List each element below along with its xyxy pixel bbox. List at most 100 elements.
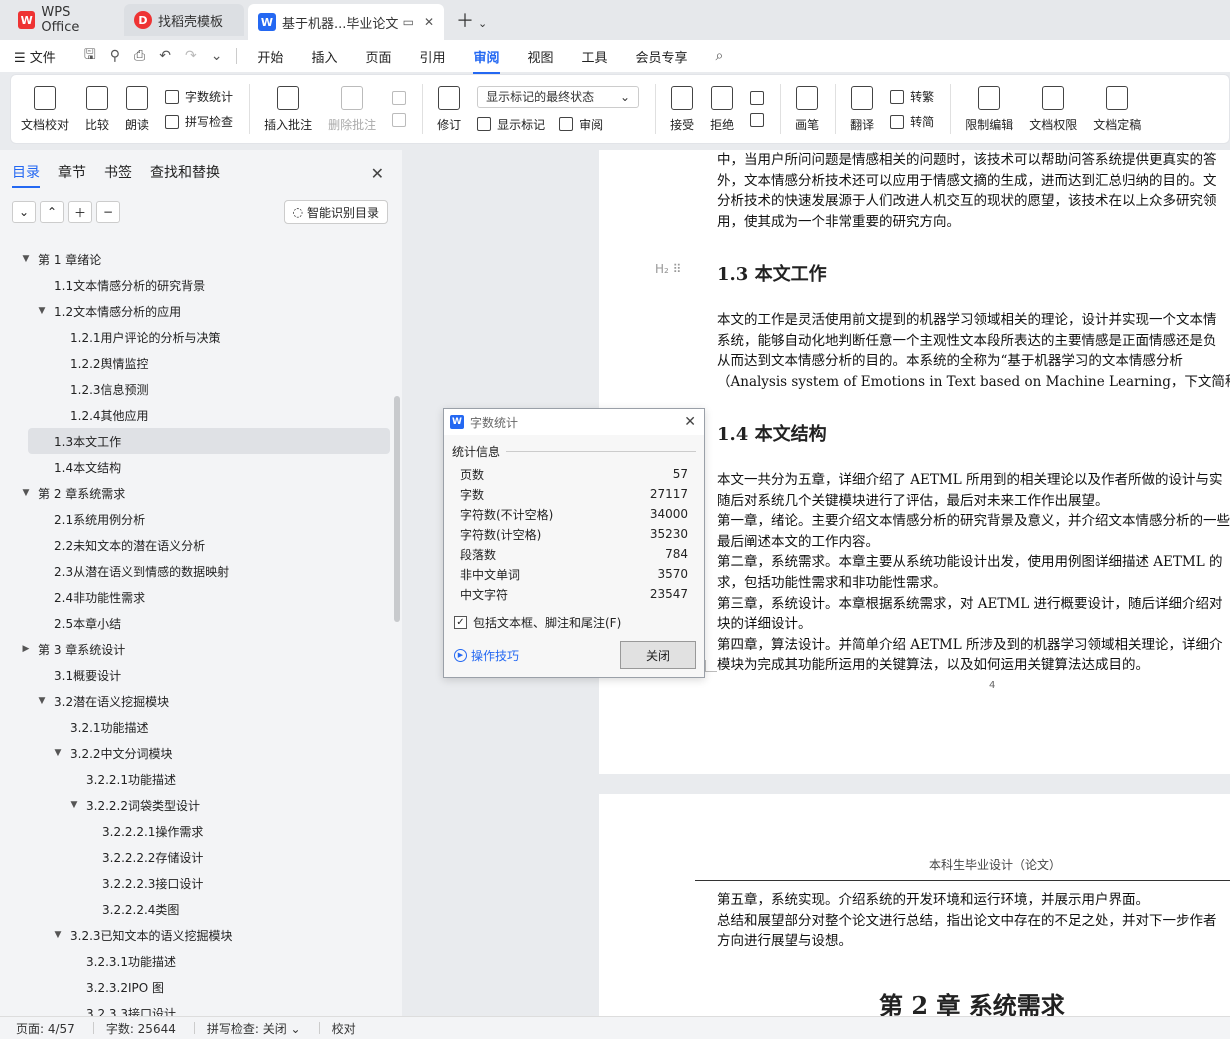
chevron-down-icon[interactable]: ⌄ — [478, 17, 487, 30]
to-simplified-button[interactable]: 转简 — [890, 113, 934, 130]
tab-toc[interactable]: 目录 — [12, 162, 40, 188]
toc-item[interactable]: 3.2.2.2.2存储设计 — [0, 844, 392, 870]
expand-arrow-icon[interactable]: ▼ — [18, 254, 34, 264]
prev-change-button[interactable] — [750, 91, 765, 105]
show-markup-button[interactable]: 显示标记 — [477, 116, 545, 133]
expand-arrow-icon[interactable]: ▼ — [34, 696, 50, 706]
toc-item[interactable]: 2.3从潜在语义到情感的数据映射 — [0, 558, 392, 584]
toc-item[interactable]: 2.2未知文本的潜在语义分析 — [0, 532, 392, 558]
toc-item[interactable]: ▼ 3.2潜在语义挖掘模块 — [0, 688, 392, 714]
menu-home[interactable]: 开始 — [257, 47, 283, 66]
toc-scrollbar[interactable] — [394, 396, 400, 622]
accept-button[interactable]: 接受 — [670, 85, 694, 133]
expand-arrow-icon[interactable]: ▼ — [50, 930, 66, 940]
collapsed-arrow-icon[interactable]: ▶ — [18, 644, 34, 654]
toc-item[interactable]: 1.2.4其他应用 — [0, 402, 392, 428]
print-preview-icon[interactable]: ⎙ — [134, 48, 145, 64]
track-changes-button[interactable]: 修订 — [437, 85, 461, 133]
file-menu[interactable]: ☰ 文件 — [14, 47, 56, 66]
doc-check-button[interactable]: 文档校对 — [21, 85, 69, 133]
toc-item[interactable]: ▼ 第 2 章系统需求 — [0, 480, 392, 506]
read-aloud-button[interactable]: 朗读 — [125, 85, 149, 133]
toc-item[interactable]: 3.2.3.3接口设计 — [0, 1000, 392, 1017]
restrict-edit-button[interactable]: 限制编辑 — [965, 85, 1013, 133]
compare-button[interactable]: 比较 — [85, 85, 109, 133]
close-icon[interactable]: ✕ — [371, 164, 384, 183]
toc-item[interactable]: 3.1概要设计 — [0, 662, 392, 688]
reject-button[interactable]: 拒绝 — [710, 85, 734, 133]
status-proof[interactable]: 校对 — [332, 1020, 356, 1037]
menu-member[interactable]: 会员专享 — [636, 47, 688, 66]
toc-item[interactable]: 2.4非功能性需求 — [0, 584, 392, 610]
tab-daoke[interactable]: D 找稻壳模板 — [124, 4, 244, 36]
toc-item[interactable]: 3.2.3.2IPO 图 — [0, 974, 392, 1000]
new-tab-button[interactable]: ＋ ⌄ — [456, 7, 487, 33]
expand-arrow-icon[interactable]: ▼ — [34, 306, 50, 316]
collapse-up-icon[interactable]: ⌃ — [40, 201, 64, 223]
menu-references[interactable]: 引用 — [419, 47, 445, 66]
to-traditional-button[interactable]: 转繁 — [890, 88, 934, 105]
toc-item[interactable]: ▼ 3.2.2中文分词模块 — [0, 740, 392, 766]
expand-arrow-icon[interactable]: ▼ — [66, 800, 82, 810]
toc-item[interactable]: 1.4本文结构 — [0, 454, 392, 480]
status-word-count[interactable]: 字数: 25644 — [106, 1020, 176, 1037]
expand-arrow-icon[interactable]: ▼ — [18, 488, 34, 498]
toc-item[interactable]: 1.1文本情感分析的研究背景 — [0, 272, 392, 298]
tab-bookmarks[interactable]: 书签 — [104, 162, 132, 182]
toc-item[interactable]: 2.5本章小结 — [0, 610, 392, 636]
share-icon[interactable]: ⚲ — [110, 48, 120, 64]
add-heading-icon[interactable]: ＋ — [68, 201, 92, 223]
toc-item[interactable]: ▼ 3.2.3已知文本的语义挖掘模块 — [0, 922, 392, 948]
expand-down-icon[interactable]: ⌄ — [12, 201, 36, 223]
spell-check-button[interactable]: 拼写检查 — [165, 113, 233, 130]
delete-comment-button[interactable]: 删除批注 — [328, 85, 376, 133]
toc-item[interactable]: 3.2.1功能描述 — [0, 714, 392, 740]
toc-item[interactable]: 1.2.1用户评论的分析与决策 — [0, 324, 392, 350]
toc-item[interactable]: 3.2.2.2.1操作需求 — [0, 818, 392, 844]
menu-review[interactable]: 审阅 — [473, 47, 500, 74]
review-pane-button[interactable]: 审阅 — [559, 116, 603, 133]
finalize-button[interactable]: 文档定稿 — [1093, 85, 1141, 133]
status-page[interactable]: 页面: 4/57 — [16, 1020, 75, 1037]
toc-item[interactable]: 1.2.3信息预测 — [0, 376, 392, 402]
tab-find-replace[interactable]: 查找和替换 — [150, 162, 220, 182]
more-chevron-icon[interactable]: ⌄ — [211, 48, 223, 64]
toc-item[interactable]: 3.2.2.2.4类图 — [0, 896, 392, 922]
toc-item[interactable]: 3.2.2.2.3接口设计 — [0, 870, 392, 896]
search-icon[interactable]: ⌕ — [716, 48, 724, 64]
pen-button[interactable]: 画笔 — [795, 85, 819, 133]
next-change-button[interactable] — [750, 113, 765, 127]
tab-wps-office[interactable]: W WPS Office — [8, 4, 120, 36]
doc-permission-button[interactable]: 文档权限 — [1029, 85, 1077, 133]
dialog-close-icon[interactable]: ✕ — [684, 414, 696, 430]
menu-insert[interactable]: 插入 — [311, 47, 337, 66]
redo-icon[interactable]: ↷ — [185, 48, 197, 64]
tab-sections[interactable]: 章节 — [58, 162, 86, 182]
menu-view[interactable]: 视图 — [528, 47, 554, 66]
toc-item[interactable]: 1.3本文工作 — [28, 428, 390, 454]
toc-item[interactable]: 2.1系统用例分析 — [0, 506, 392, 532]
toc-item[interactable]: ▼ 3.2.2.2词袋类型设计 — [0, 792, 392, 818]
smart-toc-button[interactable]: ◌ 智能识别目录 — [283, 200, 388, 224]
toc-item[interactable]: 3.2.2.1功能描述 — [0, 766, 392, 792]
translate-button[interactable]: 翻译 — [850, 85, 874, 133]
tips-link[interactable]: ▶ 操作技巧 — [454, 647, 519, 664]
window-icon[interactable]: ▭ — [403, 15, 414, 29]
prev-comment-button[interactable] — [392, 91, 407, 105]
toc-item[interactable]: ▼ 1.2文本情感分析的应用 — [0, 298, 392, 324]
tab-document[interactable]: W 基于机器...毕业论文 ▭ ✕ — [248, 4, 444, 40]
close-tab-icon[interactable]: ✕ — [424, 15, 434, 29]
toc-item[interactable]: ▶ 第 3 章系统设计 — [0, 636, 392, 662]
next-comment-button[interactable] — [392, 113, 407, 127]
close-button[interactable]: 关闭 — [620, 641, 696, 669]
expand-arrow-icon[interactable]: ▼ — [50, 748, 66, 758]
word-count-button[interactable]: 字数统计 — [165, 88, 233, 105]
include-textbox-checkbox[interactable]: ✓ 包括文本框、脚注和尾注(F) — [454, 614, 704, 631]
toc-item[interactable]: ▼ 第 1 章绪论 — [0, 246, 392, 272]
menu-tools[interactable]: 工具 — [582, 47, 608, 66]
remove-heading-icon[interactable]: − — [96, 201, 120, 223]
save-icon[interactable]: 🖫 — [84, 44, 96, 68]
markup-state-select[interactable]: 显示标记的最终状态 ⌄ — [477, 85, 640, 108]
checkbox-checked-icon[interactable]: ✓ — [454, 616, 467, 629]
status-spell-check[interactable]: 拼写检查: 关闭 ⌄ — [207, 1020, 301, 1037]
